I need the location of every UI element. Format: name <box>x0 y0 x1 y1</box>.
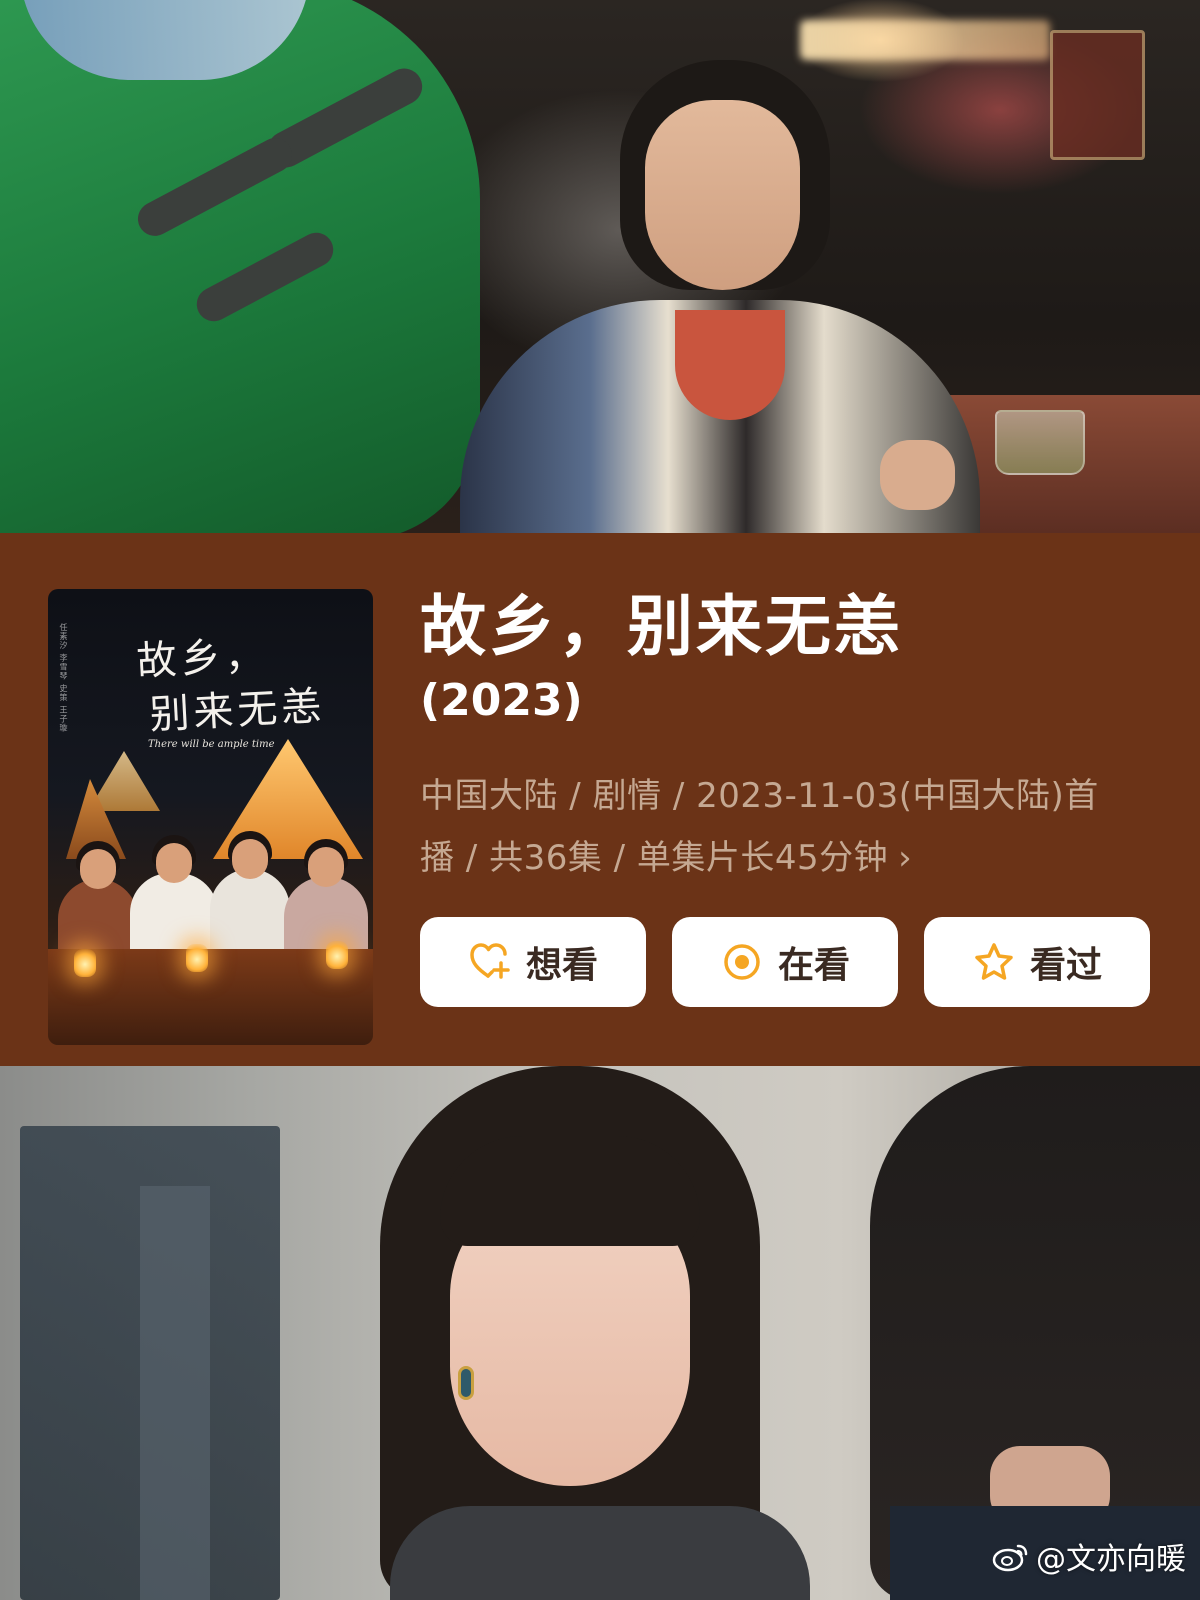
want-to-watch-button[interactable]: 想看 <box>420 917 646 1007</box>
target-circle-icon <box>724 944 760 980</box>
poster-image[interactable]: 任素汐 李雪琴 史策 王子璇 故乡， 别来无恙 There will be am… <box>48 589 373 1045</box>
action-buttons: 想看 在看 看过 <box>420 917 1150 1007</box>
film-year: (2023) <box>420 675 583 726</box>
chevron-right-icon[interactable]: › <box>898 838 912 878</box>
watermark: @文亦向暖 <box>992 1534 1186 1578</box>
watching-label: 在看 <box>777 945 850 986</box>
blurred-background-strip <box>140 1186 210 1600</box>
heart-plus-icon <box>470 943 510 979</box>
top-still-image <box>0 0 1200 533</box>
bottom-still-image: @文亦向暖 <box>0 1066 1200 1600</box>
poster-title: 故乡， 别来无恙 <box>135 623 370 743</box>
back-of-head-figure <box>870 1066 1200 1600</box>
watched-label: 看过 <box>1029 945 1102 986</box>
drink-glass <box>995 410 1085 475</box>
shop-sign <box>1050 30 1145 160</box>
poster-people <box>58 831 368 959</box>
green-jacket-figure <box>0 0 480 533</box>
star-icon <box>975 943 1013 980</box>
film-meta-line1: 中国大陆 / 剧情 / 2023-11-03(中国大陆)首 <box>420 776 1099 816</box>
title-block: 故乡，别来无恙 (2023) <box>420 585 1160 731</box>
weibo-icon <box>992 1544 1028 1572</box>
movie-info-card: 任素汐 李雪琴 史策 王子璇 故乡， 别来无恙 There will be am… <box>0 533 1200 1066</box>
neon-sign <box>800 20 1050 60</box>
poster-subtitle: There will be ample time <box>148 739 275 750</box>
film-title: 故乡，别来无恙 <box>420 588 903 665</box>
lantern <box>326 941 348 969</box>
braided-girl-figure <box>360 1066 880 1600</box>
poster-title-line1: 故乡， <box>135 632 270 686</box>
lantern <box>186 944 208 972</box>
watermark-handle: @文亦向暖 <box>1036 1542 1186 1577</box>
watched-button[interactable]: 看过 <box>924 917 1150 1007</box>
lantern <box>74 949 96 977</box>
film-meta-line2-text: 播 / 共36集 / 单集片长45分钟 <box>420 838 889 878</box>
film-meta-line2: 播 / 共36集 / 单集片长45分钟 › <box>420 827 1110 889</box>
want-to-watch-label: 想看 <box>525 945 598 986</box>
film-meta[interactable]: 中国大陆 / 剧情 / 2023-11-03(中国大陆)首 播 / 共36集 /… <box>420 765 1110 889</box>
poster-title-line2: 别来无恙 <box>148 683 327 739</box>
poster-table <box>48 949 373 1045</box>
smiling-girl-figure <box>460 60 980 533</box>
watching-button[interactable]: 在看 <box>672 917 898 1007</box>
